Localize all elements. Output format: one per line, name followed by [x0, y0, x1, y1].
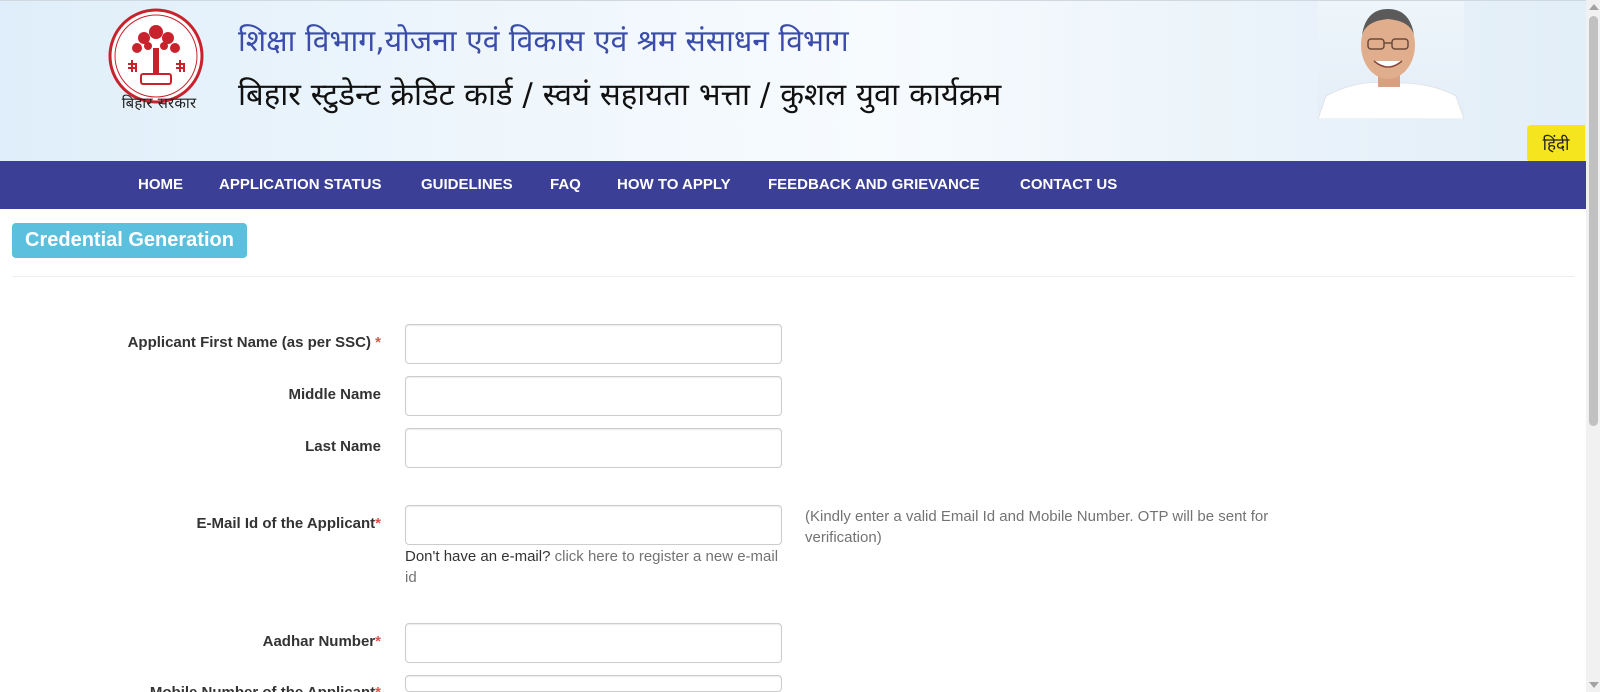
section-divider [12, 276, 1574, 277]
portrait-photo-icon [1318, 1, 1464, 119]
page: बिहार सरकार शिक्षा विभाग,योजना एवं विकास… [0, 0, 1600, 692]
scroll-down-arrow-icon[interactable] [1589, 682, 1599, 688]
mobile-label: Mobile Number of the Applicant* [150, 684, 381, 692]
emblem-caption: बिहार सरकार [121, 94, 197, 112]
email-label: E-Mail Id of the Applicant* [197, 515, 381, 532]
first-name-input[interactable] [405, 324, 782, 364]
email-input[interactable] [405, 505, 782, 545]
scheme-title: बिहार स्टुडेन्ट क्रेडिट कार्ड / स्वयं सह… [238, 77, 1002, 113]
email-hint: (Kindly enter a valid Email Id and Mobil… [805, 508, 1269, 546]
mobile-input[interactable] [405, 675, 782, 692]
required-mark: * [375, 684, 381, 692]
mobile-label-text: Mobile Number of the Applicant [150, 684, 375, 692]
department-title: शिक्षा विभाग,योजना एवं विकास एवं श्रम सं… [238, 24, 849, 59]
middle-name-input[interactable] [405, 376, 782, 416]
nav-guidelines[interactable]: GUIDELINES [421, 161, 513, 209]
middle-name-label: Middle Name [288, 386, 381, 403]
section-title: Credential Generation [12, 223, 247, 258]
required-mark: * [375, 515, 381, 532]
nav-application-status[interactable]: APPLICATION STATUS [219, 161, 382, 209]
required-mark: * [375, 633, 381, 650]
required-mark: * [375, 334, 381, 351]
first-name-label-text: Applicant First Name (as per SSC) [127, 334, 371, 351]
last-name-input[interactable] [405, 428, 782, 468]
nav-contact-us[interactable]: CONTACT US [1020, 161, 1117, 209]
nav-feedback-and-grievance[interactable]: FEEDBACK AND GRIEVANCE [768, 161, 980, 209]
no-email-note: Don't have an e-mail? click here to regi… [405, 546, 782, 588]
last-name-label: Last Name [305, 438, 381, 455]
aadhar-label-text: Aadhar Number [262, 633, 376, 650]
nav-faq[interactable]: FAQ [550, 161, 581, 209]
no-email-prefix: Don't have an e-mail? [405, 548, 551, 565]
nav-home[interactable]: HOME [138, 161, 183, 209]
site-header: बिहार सरकार शिक्षा विभाग,योजना एवं विकास… [0, 0, 1586, 162]
email-label-text: E-Mail Id of the Applicant [196, 515, 376, 532]
first-name-label: Applicant First Name (as per SSC) * [128, 334, 381, 351]
aadhar-label: Aadhar Number* [263, 633, 381, 650]
aadhar-input[interactable] [405, 623, 782, 663]
language-toggle-button[interactable]: हिंदी [1527, 125, 1585, 162]
main-nav: HOME APPLICATION STATUS GUIDELINES FAQ H… [0, 161, 1586, 209]
scroll-up-arrow-icon[interactable] [1589, 4, 1599, 10]
nav-how-to-apply[interactable]: HOW TO APPLY [617, 161, 731, 209]
scrollbar-thumb[interactable] [1589, 16, 1598, 426]
